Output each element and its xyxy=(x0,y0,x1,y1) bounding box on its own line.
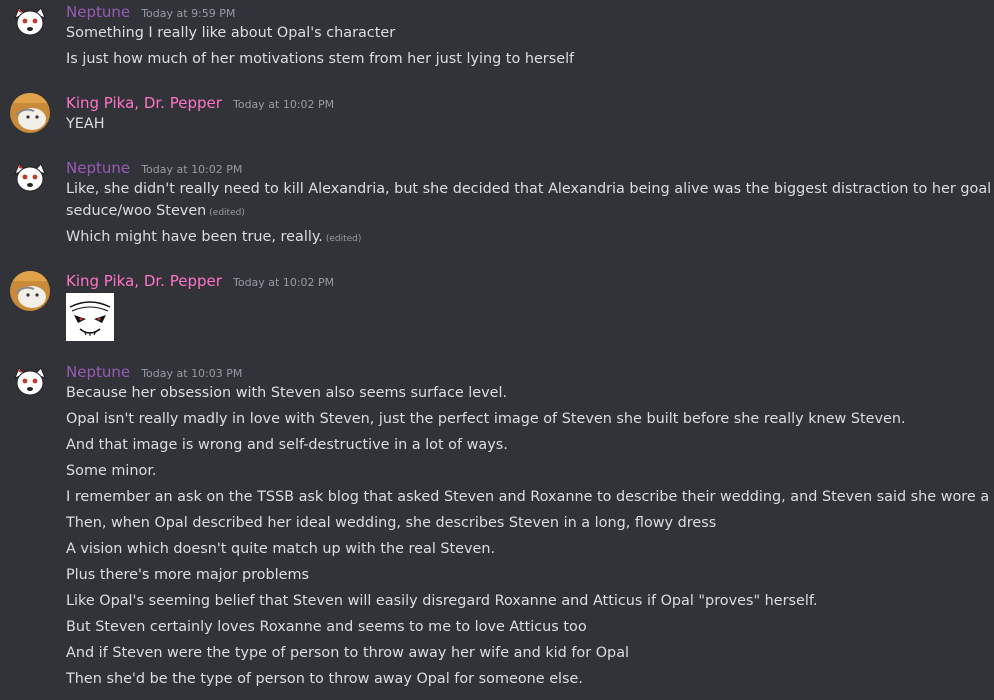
avatar[interactable] xyxy=(10,93,50,133)
timestamp[interactable]: Today at 10:02 PM xyxy=(233,276,334,289)
message-text: Then, when Opal described her ideal wedd… xyxy=(66,515,717,531)
angry-face-sketch-image xyxy=(66,293,114,341)
avatar[interactable] xyxy=(10,158,50,198)
avatar[interactable] xyxy=(10,362,50,402)
message-header: King Pika, Dr. Pepper Today at 10:02 PM xyxy=(66,93,334,115)
message-text: But Steven certainly loves Roxanne and s… xyxy=(66,619,587,635)
timestamp[interactable]: Today at 10:02 PM xyxy=(141,163,242,176)
message-text: Like, she didn't really need to kill Ale… xyxy=(66,181,994,197)
pikachu-avatar-icon xyxy=(10,93,50,133)
message-text: Some minor. xyxy=(66,463,157,479)
message-text-content: Which might have been true, really. xyxy=(66,229,323,245)
timestamp[interactable]: Today at 10:02 PM xyxy=(233,98,334,111)
message-text: YEAH xyxy=(66,116,105,132)
timestamp[interactable]: Today at 9:59 PM xyxy=(141,7,235,20)
timestamp[interactable]: Today at 10:03 PM xyxy=(141,367,242,380)
message-text: Which might have been true, really. (edit… xyxy=(66,226,361,250)
username[interactable]: Neptune xyxy=(66,363,130,381)
chat-messages: Neptune Today at 9:59 PM Something I rea… xyxy=(0,0,994,700)
avatar[interactable] xyxy=(10,271,50,311)
message-text: seduce/woo Steven (edited) xyxy=(66,200,245,224)
edited-label: (edited) xyxy=(325,234,362,244)
pikachu-avatar-icon xyxy=(10,271,50,311)
avatar[interactable] xyxy=(10,2,50,42)
message-text: Plus there's more major problems xyxy=(66,567,309,583)
message-header: Neptune Today at 10:02 PM xyxy=(66,158,242,180)
message-text: And that image is wrong and self-destruc… xyxy=(66,437,508,453)
dog-avatar-icon xyxy=(10,158,50,198)
message-text: Something I really like about Opal's cha… xyxy=(66,25,396,41)
username[interactable]: King Pika, Dr. Pepper xyxy=(66,272,222,290)
message-header: Neptune Today at 9:59 PM xyxy=(66,2,235,24)
message-header: King Pika, Dr. Pepper Today at 10:02 PM xyxy=(66,271,334,293)
dog-avatar-icon xyxy=(10,362,50,402)
message-text: I remember an ask on the TSSB ask blog t… xyxy=(66,489,994,505)
message-text: Is just how much of her motivations stem… xyxy=(66,51,575,67)
message-text: And if Steven were the type of person to… xyxy=(66,645,630,661)
message-text: Because her obsession with Steven also s… xyxy=(66,385,508,401)
message-text: A vision which doesn't quite match up wi… xyxy=(66,541,496,557)
message-text: Then she'd be the type of person to thro… xyxy=(66,671,583,687)
image-attachment[interactable] xyxy=(66,293,114,341)
dog-avatar-icon xyxy=(10,2,50,42)
message-text-content: seduce/woo Steven xyxy=(66,203,207,219)
message-header: Neptune Today at 10:03 PM xyxy=(66,362,242,384)
username[interactable]: Neptune xyxy=(66,159,130,177)
username[interactable]: King Pika, Dr. Pepper xyxy=(66,94,222,112)
message-text: Like Opal's seeming belief that Steven w… xyxy=(66,593,818,609)
edited-label: (edited) xyxy=(209,208,245,218)
username[interactable]: Neptune xyxy=(66,3,130,21)
message-text: Opal isn't really madly in love with Ste… xyxy=(66,411,906,427)
